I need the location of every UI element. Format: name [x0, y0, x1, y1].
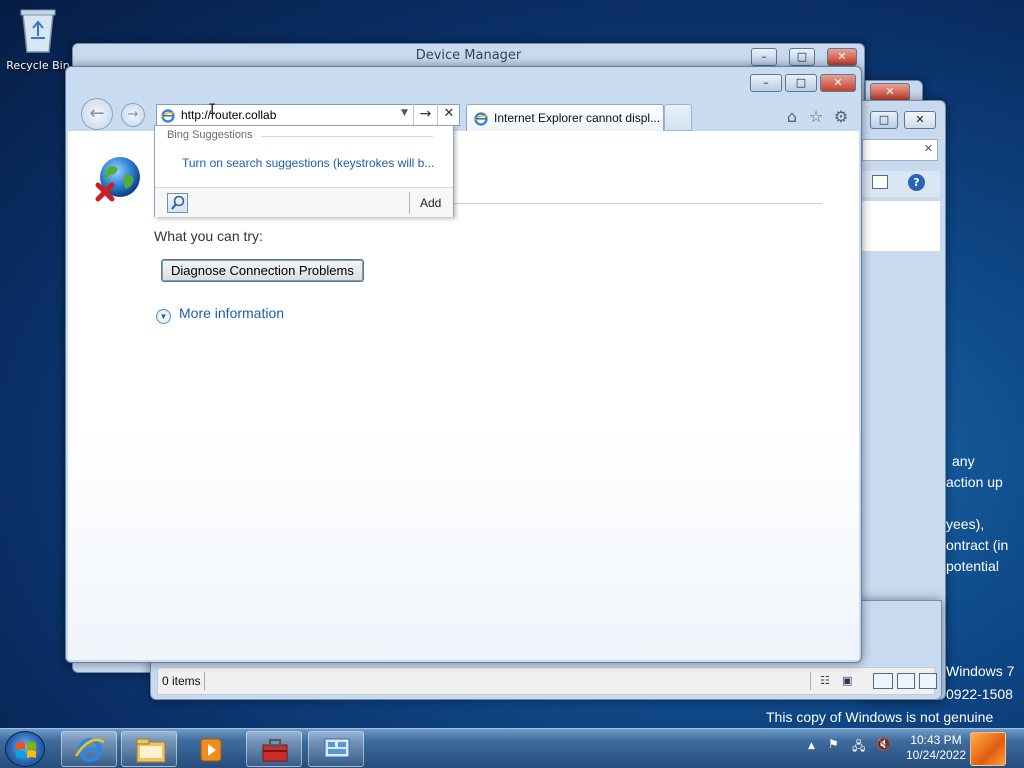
globe-error-icon: [95, 157, 140, 202]
maximize-button[interactable]: □: [870, 111, 898, 129]
divider: [409, 192, 410, 214]
more-information-label: More information: [179, 305, 285, 321]
not-genuine-text: This copy of Windows is not genuine: [766, 709, 994, 725]
chevron-down-icon[interactable]: ▼: [401, 108, 408, 118]
new-tab-button[interactable]: [664, 104, 692, 131]
taskbar-toolbox-app[interactable]: [246, 731, 302, 767]
action-center-flag-icon[interactable]: ⚑: [828, 737, 839, 751]
windows-version-text: Windows 7: [946, 663, 1015, 679]
diagnose-connection-button[interactable]: Diagnose Connection Problems: [161, 259, 364, 282]
what-you-can-try-label: What you can try:: [154, 228, 263, 244]
doc-fragment: ontract (in: [946, 537, 1009, 553]
internet-explorer-icon: [75, 738, 105, 762]
forward-arrow-icon: →: [127, 107, 139, 122]
layout-icon[interactable]: [897, 673, 915, 689]
go-button[interactable]: →: [413, 104, 437, 126]
home-icon[interactable]: ⌂: [782, 107, 802, 127]
show-hidden-icons-icon[interactable]: ▲: [808, 741, 815, 751]
ie-page-icon: [473, 112, 489, 126]
thumbnail-view-icon[interactable]: ▣: [842, 674, 852, 687]
taskbar-device-manager[interactable]: [308, 731, 364, 767]
ie-page-icon: [160, 109, 176, 123]
star-icon[interactable]: ☆: [806, 107, 826, 127]
minimize-button[interactable]: –: [750, 74, 782, 92]
preview-pane-icon[interactable]: [872, 175, 888, 189]
close-button[interactable]: ✕: [820, 74, 856, 92]
forward-button[interactable]: →: [121, 103, 145, 127]
minimize-button[interactable]: –: [751, 48, 777, 66]
layout-icon[interactable]: [919, 673, 937, 689]
gear-icon[interactable]: ⚙: [831, 107, 851, 127]
clock-time: 10:43 PM: [910, 733, 962, 747]
address-bar[interactable]: ▼ → ✕: [156, 104, 460, 126]
folder-icon: [136, 738, 166, 763]
taskbar-windows-explorer[interactable]: [121, 731, 177, 767]
clock-date: 10/24/2022: [905, 748, 967, 762]
suggestions-footer: Add: [155, 187, 453, 217]
tab-current[interactable]: Internet Explorer cannot displ...: [466, 104, 664, 131]
chevron-down-icon: ▼: [156, 309, 171, 324]
clear-icon[interactable]: ✕: [924, 142, 933, 155]
system-clock[interactable]: 10:43 PM 10/24/2022: [900, 733, 972, 763]
toolbox-icon: [262, 739, 288, 762]
back-button[interactable]: ←: [81, 98, 113, 130]
volume-muted-icon[interactable]: 🔇: [876, 737, 891, 751]
taskbar: ▲ ⚑ 🖧 🔇 10:43 PM 10/24/2022: [0, 728, 1024, 768]
show-desktop-button[interactable]: [970, 732, 1006, 766]
maximize-button[interactable]: □: [785, 74, 817, 92]
suggestions-header: Bing Suggestions: [167, 129, 253, 141]
doc-fragment: potential: [946, 558, 999, 574]
search-icon[interactable]: [167, 193, 188, 213]
maximize-button[interactable]: □: [789, 48, 815, 66]
device-manager-icon: [324, 738, 350, 761]
turn-on-suggestions-link[interactable]: Turn on search suggestions (keystrokes w…: [182, 156, 434, 170]
close-button[interactable]: ✕: [870, 83, 910, 101]
item-count: 0 items: [162, 674, 201, 688]
search-field[interactable]: ✕: [862, 139, 938, 161]
recycle-bin-label: Recycle Bin: [6, 59, 70, 72]
recycle-bin-desktop-icon[interactable]: Recycle Bin: [6, 6, 70, 72]
more-information-link[interactable]: ▼ More information: [156, 305, 284, 324]
doc-fragment: yees),: [946, 516, 985, 532]
address-suggestions-dropdown[interactable]: Bing Suggestions Turn on search suggesti…: [154, 125, 454, 217]
back-arrow-icon: ←: [89, 103, 105, 124]
close-button[interactable]: ✕: [827, 48, 857, 66]
windows-build-text: 0922-1508: [946, 686, 1013, 702]
layout-icon[interactable]: [873, 673, 893, 689]
doc-fragment: action up: [946, 474, 1003, 490]
add-search-provider-button[interactable]: Add: [420, 196, 441, 210]
media-player-icon: [200, 738, 222, 762]
tab-title: Internet Explorer cannot displ...: [494, 111, 661, 125]
taskbar-internet-explorer[interactable]: [61, 731, 117, 767]
doc-fragment: any: [952, 453, 975, 469]
windows-logo-icon: [16, 742, 36, 758]
recycle-bin-icon: [20, 9, 56, 53]
status-bar: 0 items ☷ ▣: [157, 667, 935, 695]
details-view-icon[interactable]: ☷: [820, 674, 830, 687]
content-pane: [862, 201, 940, 251]
close-button[interactable]: ✕: [904, 111, 936, 129]
help-icon[interactable]: ?: [908, 174, 925, 191]
stop-button[interactable]: ✕: [437, 104, 460, 126]
network-icon[interactable]: 🖧: [852, 737, 865, 758]
text-cursor-icon: I: [208, 102, 217, 118]
start-button[interactable]: [5, 731, 45, 767]
taskbar-media-player[interactable]: [182, 731, 238, 767]
divider: [261, 136, 433, 137]
toolbar: ?: [862, 171, 940, 197]
